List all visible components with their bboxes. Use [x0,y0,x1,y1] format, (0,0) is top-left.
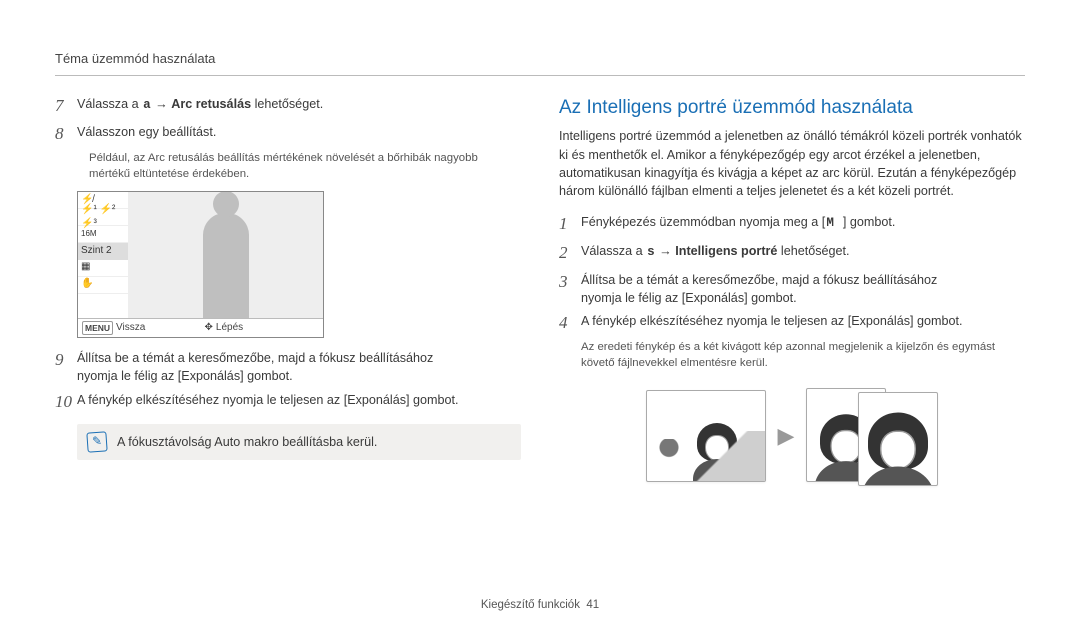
step-1: 1 Fényképezés üzemmódban nyomja meg a [M… [559,212,1025,237]
note-box: A fókusztávolság Auto makro beállításba … [77,424,521,460]
stabilizer-icon: ✋ [78,277,128,294]
step-number: 2 [559,241,581,266]
step-text: A fénykép elkészítéséhez nyomja le telje… [77,390,521,409]
section-label: Kiegészítő funkciók [481,599,580,611]
step-text: Állítsa be a témát a keresőmezőbe, majd … [77,351,433,365]
navpad-icon: ✥ [205,321,213,336]
step-text: Válassza a [77,97,142,111]
camera-footer: MENU Vissza ✥ Lépés [78,318,323,338]
mode-glyph: a [142,98,152,112]
step-number: 8 [55,122,77,147]
camera-sidebar: ⚡̸ ⚡¹ ⚡² ⚡³ 16M Szint 2 ▦ ✋ [78,192,128,318]
step-text: Fényképezés üzemmódban nyomja meg a [ [581,215,825,229]
example-note: Például, az Arc retusálás beállítás mért… [89,151,521,183]
level-label: Szint 2 [78,243,128,260]
step-number: 1 [559,212,581,237]
intro-paragraph: Intelligens portré üzemmód a jelenetben … [559,127,1025,200]
step-text: Válasszon egy beállítást. [77,122,521,141]
note-icon [86,432,107,453]
left-column: 7 Válassza a a → Arc retusálás lehetőség… [55,94,521,486]
note-text: A fókusztávolság Auto makro beállításba … [117,433,377,451]
step-text: lehetőséget. [777,244,849,258]
right-column: Az Intelligens portré üzemmód használata… [559,94,1025,486]
step-number: 7 [55,94,77,119]
page-footer: Kiegészítő funkciók 41 [0,597,1080,614]
step-number: 3 [559,270,581,295]
step-number: 10 [55,390,77,415]
menu-target: Arc retusálás [171,97,251,111]
step-10: 10 A fénykép elkészítéséhez nyomja le te… [55,390,521,415]
step-9: 9 Állítsa be a témát a keresőmezőbe, maj… [55,348,521,386]
step-8: 8 Válasszon egy beállítást. [55,122,521,147]
step-7: 7 Válassza a a → Arc retusálás lehetőség… [55,94,521,119]
portrait-thumb [858,392,938,486]
menu-key-icon: MENU [82,321,113,335]
menu-target: Intelligens portré [675,244,777,258]
camera-screen-preview: ⚡̸ ⚡¹ ⚡² ⚡³ 16M Szint 2 ▦ ✋ MENU Vissza [77,191,324,338]
result-portrait-pair [806,386,938,486]
step-2: 2 Válassza a s → Intelligens portré lehe… [559,241,1025,266]
step-4: 4 A fénykép elkészítéséhez nyomja le tel… [559,311,1025,336]
step-text: Válassza a [581,244,646,258]
page-number: 41 [586,599,599,611]
step-text: Állítsa be a témát a keresőmezőbe, majd … [581,273,937,287]
flash-levels-icon: ⚡¹ ⚡² ⚡³ [78,209,128,226]
arrow-glyph: → [152,97,172,111]
mode-key: M [825,216,843,230]
resolution-icon: 16M [78,226,128,243]
grid-icon: ▦ [78,260,128,277]
move-label: Lépés [216,321,243,336]
step-3: 3 Állítsa be a témát a keresőmezőbe, maj… [559,270,1025,308]
step-text: ] gombot. [843,215,896,229]
mode-glyph: s [646,245,656,259]
section-heading: Az Intelligens portré üzemmód használata [559,94,1025,122]
result-scene-thumb [646,390,766,482]
result-illustration: ▶ [559,386,1025,486]
arrow-right-icon: ▶ [778,420,795,452]
back-label: Vissza [116,321,145,336]
sub-note: Az eredeti fénykép és a két kivágott kép… [581,340,1025,372]
step-number: 4 [559,311,581,336]
step-text: nyomja le félig az [Exponálás] gombot. [581,291,797,305]
preview-area [128,192,323,318]
step-number: 9 [55,348,77,373]
step-text: nyomja le félig az [Exponálás] gombot. [77,369,293,383]
subject-silhouette [203,213,249,318]
arrow-glyph: → [656,244,676,258]
breadcrumb-header: Téma üzemmód használata [55,50,1025,76]
step-text: A fénykép elkészítéséhez nyomja le telje… [581,311,1025,330]
step-text: lehetőséget. [251,97,323,111]
